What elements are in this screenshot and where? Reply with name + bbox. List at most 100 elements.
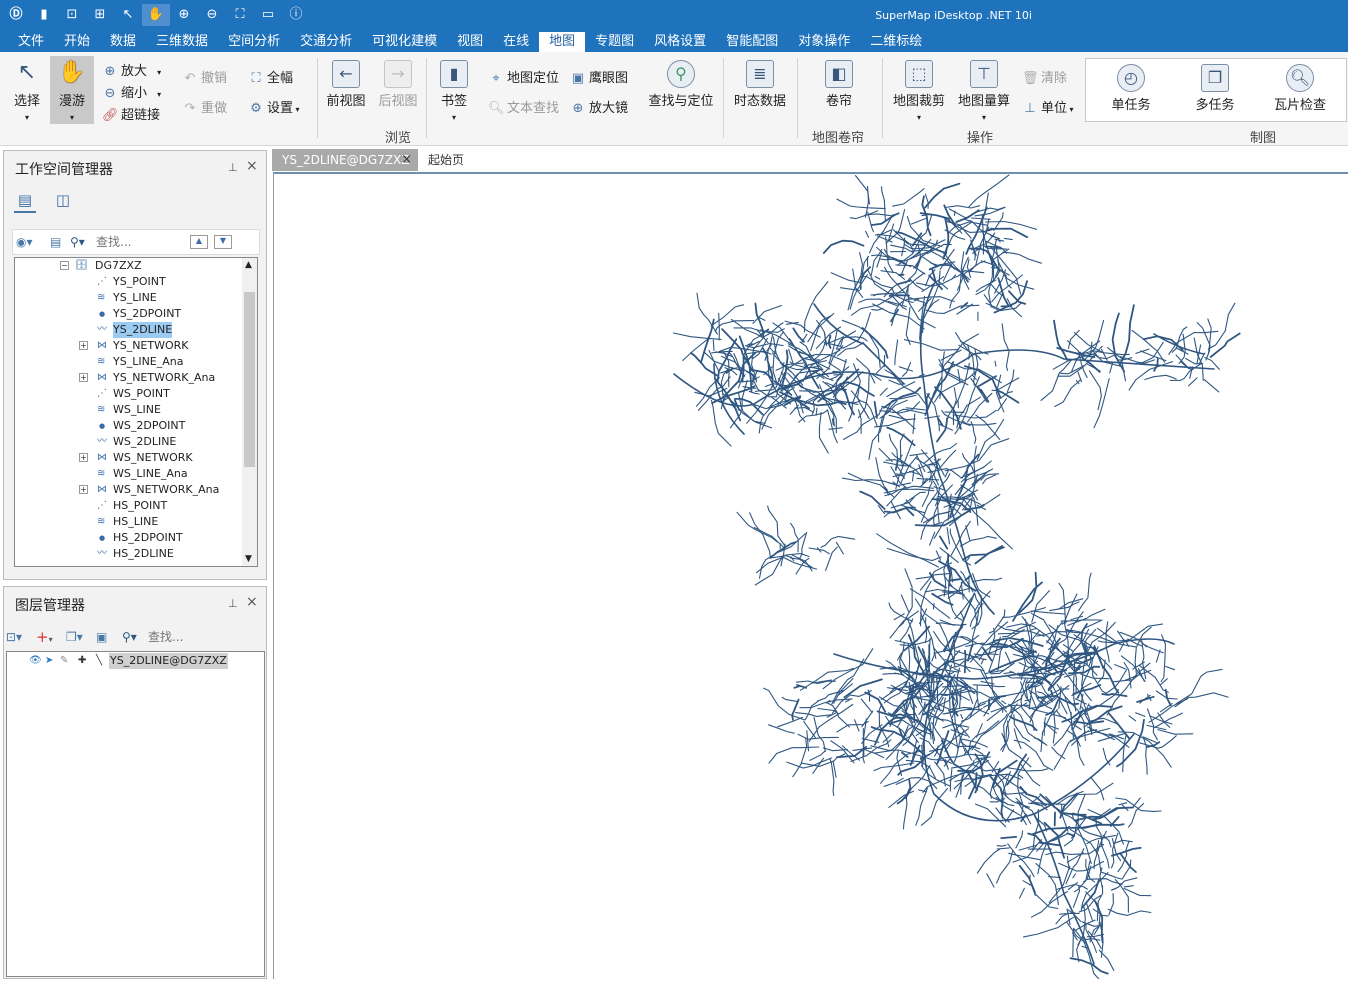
expand-toggle[interactable]: + bbox=[79, 341, 88, 350]
expand-toggle[interactable]: + bbox=[79, 373, 88, 382]
menu-item-10[interactable]: 专题图 bbox=[585, 32, 644, 52]
tree-dataset-item[interactable]: ● YS_2DPOINT bbox=[15, 306, 243, 322]
vertical-scrollbar[interactable]: ▲ ▼ bbox=[242, 258, 257, 566]
pin-icon[interactable]: ⊥ bbox=[228, 597, 238, 610]
tab-map[interactable]: YS_2DLINE@DG7ZXZ × bbox=[272, 149, 418, 171]
tree-dataset-item[interactable]: ≋ YS_LINE_Ana bbox=[15, 354, 243, 370]
add-layer-group-icon[interactable]: ⊡▾ bbox=[6, 630, 36, 644]
temporal-data-button[interactable]: ≣ 时态数据 bbox=[733, 60, 787, 109]
redo-button[interactable]: ↷ 重做 bbox=[182, 97, 227, 116]
clear-button[interactable]: 🗑︎ 清除 bbox=[1022, 67, 1067, 86]
tree-dataset-item[interactable]: ≋ WS_LINE bbox=[15, 402, 243, 418]
tree-dataset-item[interactable]: + ⋈ WS_NETWORK bbox=[15, 450, 243, 466]
open-folder-icon[interactable]: ▭ bbox=[254, 4, 282, 26]
expand-toggle[interactable]: + bbox=[79, 453, 88, 462]
tree-dataset-item[interactable]: + ⋈ WS_NETWORK_Ana bbox=[15, 482, 243, 498]
layer-copy-icon[interactable]: ❐▾ bbox=[66, 630, 96, 644]
tree-datasource[interactable]: − 🗄︎ DG7ZXZ bbox=[15, 258, 243, 274]
menu-item-1[interactable]: 开始 bbox=[54, 32, 100, 52]
help-icon[interactable]: ⓘ bbox=[282, 4, 310, 26]
snap-icon[interactable]: ✚ bbox=[78, 653, 86, 669]
add-icon[interactable]: +▾ bbox=[36, 628, 66, 646]
menu-item-9[interactable]: 地图 bbox=[539, 32, 586, 52]
scroll-up-arrow-icon[interactable]: ▲ bbox=[245, 260, 252, 270]
tab-start-page[interactable]: 起始页 bbox=[418, 149, 488, 171]
search-icon[interactable]: ⚲▾ bbox=[116, 630, 148, 644]
menu-item-11[interactable]: 风格设置 bbox=[644, 32, 716, 52]
eagle-eye-button[interactable]: ▣ 鹰眼图 bbox=[570, 67, 628, 86]
settings-button[interactable]: ⚙ 设置 ▾ bbox=[248, 97, 299, 116]
workspace-view-tab[interactable]: ▤ bbox=[14, 191, 36, 213]
magnifier-button[interactable]: ⊕ 放大镜 bbox=[570, 97, 628, 116]
workspace-search-input[interactable] bbox=[96, 233, 188, 251]
menu-item-4[interactable]: 空间分析 bbox=[218, 32, 290, 52]
layer-properties-icon[interactable]: ▣ bbox=[96, 630, 116, 644]
prev-view-button[interactable]: ← 前视图 bbox=[326, 60, 366, 109]
pan-hand-icon[interactable]: ✋ bbox=[142, 4, 170, 26]
multi-task-button[interactable]: ❐ 多任务 bbox=[1190, 64, 1240, 113]
tree-dataset-item[interactable]: + ⋈ YS_NETWORK_Ana bbox=[15, 370, 243, 386]
select-button[interactable]: ↖ 选择 ▾ bbox=[10, 60, 44, 124]
app-logo-icon[interactable]: Ⓓ bbox=[2, 4, 30, 26]
menu-item-14[interactable]: 二维标绘 bbox=[860, 32, 932, 52]
tree-dataset-item[interactable]: ⋰ WS_POINT bbox=[15, 386, 243, 402]
expand-toggle[interactable]: + bbox=[79, 485, 88, 494]
tree-dataset-item[interactable]: ⋰ YS_POINT bbox=[15, 274, 243, 290]
swipe-button[interactable]: ◧ 卷帘 bbox=[821, 60, 857, 109]
properties-icon[interactable]: ▤ bbox=[42, 235, 70, 249]
tree-dataset-item[interactable]: + ⋈ YS_NETWORK bbox=[15, 338, 243, 354]
layer-search-input[interactable] bbox=[148, 628, 228, 646]
tree-dataset-item[interactable]: ● HS_2DPOINT bbox=[15, 530, 243, 546]
eye-icon[interactable]: 👁︎ bbox=[29, 653, 42, 669]
map-view[interactable] bbox=[273, 172, 1348, 982]
scroll-thumb[interactable] bbox=[244, 292, 255, 467]
collapse-toggle[interactable]: − bbox=[60, 261, 69, 270]
menu-item-5[interactable]: 交通分析 bbox=[290, 32, 362, 52]
selectable-icon[interactable]: ➤ bbox=[45, 653, 53, 669]
find-locate-button[interactable]: ⚲ 查找与定位 bbox=[648, 60, 714, 109]
export-icon[interactable]: ⊞ bbox=[86, 4, 114, 26]
full-extent-icon[interactable]: ⛶ bbox=[226, 4, 254, 26]
menu-item-7[interactable]: 视图 bbox=[447, 32, 493, 52]
scroll-down-button[interactable]: ▼ bbox=[214, 235, 232, 249]
map-clip-button[interactable]: ⬚ 地图裁剪 ▾ bbox=[891, 60, 947, 124]
map-locate-button[interactable]: ⌖ 地图定位 bbox=[488, 67, 559, 86]
resource-view-tab[interactable]: ◫ bbox=[52, 191, 74, 213]
menu-item-3[interactable]: 三维数据 bbox=[146, 32, 218, 52]
zoom-in-icon[interactable]: ⊕ bbox=[170, 4, 198, 26]
map-measure-button[interactable]: ⊤ 地图量算 ▾ bbox=[956, 60, 1012, 124]
close-icon[interactable]: × bbox=[246, 158, 258, 174]
road-network[interactable] bbox=[274, 174, 1348, 982]
close-icon[interactable]: × bbox=[401, 149, 412, 171]
editable-icon[interactable]: ✎ bbox=[60, 653, 68, 669]
zoom-out-button[interactable]: ⊖ 缩小 ▾ bbox=[102, 82, 162, 101]
next-view-button[interactable]: → 后视图 bbox=[378, 60, 418, 109]
tree-dataset-item[interactable]: ● WS_2DPOINT bbox=[15, 418, 243, 434]
view-options-icon[interactable]: ◉▾ bbox=[16, 235, 42, 249]
layer-row[interactable]: 👁︎ ➤ ✎ ✚ ╲ YS_2DLINE@DG7ZXZ bbox=[7, 653, 257, 669]
text-search-button[interactable]: 🔍︎ 文本查找 bbox=[488, 97, 559, 116]
pin-icon[interactable]: ⊥ bbox=[228, 161, 238, 174]
search-icon[interactable]: ⚲▾ bbox=[70, 235, 96, 249]
menu-item-8[interactable]: 在线 bbox=[493, 32, 539, 52]
tree-dataset-item[interactable]: 〰 HS_2DLINE bbox=[15, 546, 243, 562]
menu-item-2[interactable]: 数据 bbox=[100, 32, 146, 52]
tree-dataset-item[interactable]: ≋ WS_LINE_Ana bbox=[15, 466, 243, 482]
tree-dataset-item[interactable]: ⋰ HS_POINT bbox=[15, 498, 243, 514]
scroll-down-arrow-icon[interactable]: ▼ bbox=[245, 554, 252, 564]
zoom-out-icon[interactable]: ⊖ bbox=[198, 4, 226, 26]
single-task-button[interactable]: ◴ 单任务 bbox=[1106, 64, 1156, 113]
tile-check-button[interactable]: 🔍︎ 瓦片检查 bbox=[1270, 64, 1330, 113]
zoom-in-button[interactable]: ⊕ 放大 ▾ bbox=[102, 60, 162, 79]
tree-dataset-item[interactable]: 〰 WS_2DLINE bbox=[15, 434, 243, 450]
full-extent-button[interactable]: ⛶ 全幅 bbox=[248, 67, 293, 86]
save-icon[interactable]: ▮ bbox=[30, 4, 58, 26]
select-arrow-icon[interactable]: ↖ bbox=[114, 4, 142, 26]
pan-button[interactable]: ✋ 漫游 ▾ bbox=[50, 56, 94, 124]
bookmark-button[interactable]: ▮ 书签 ▾ bbox=[436, 60, 472, 124]
unit-button[interactable]: ⊥ 单位 ▾ bbox=[1022, 97, 1073, 116]
import-icon[interactable]: ⊡ bbox=[58, 4, 86, 26]
tree-dataset-item[interactable]: ≋ YS_LINE bbox=[15, 290, 243, 306]
menu-item-0[interactable]: 文件 bbox=[8, 32, 54, 52]
menu-item-12[interactable]: 智能配图 bbox=[716, 32, 788, 52]
